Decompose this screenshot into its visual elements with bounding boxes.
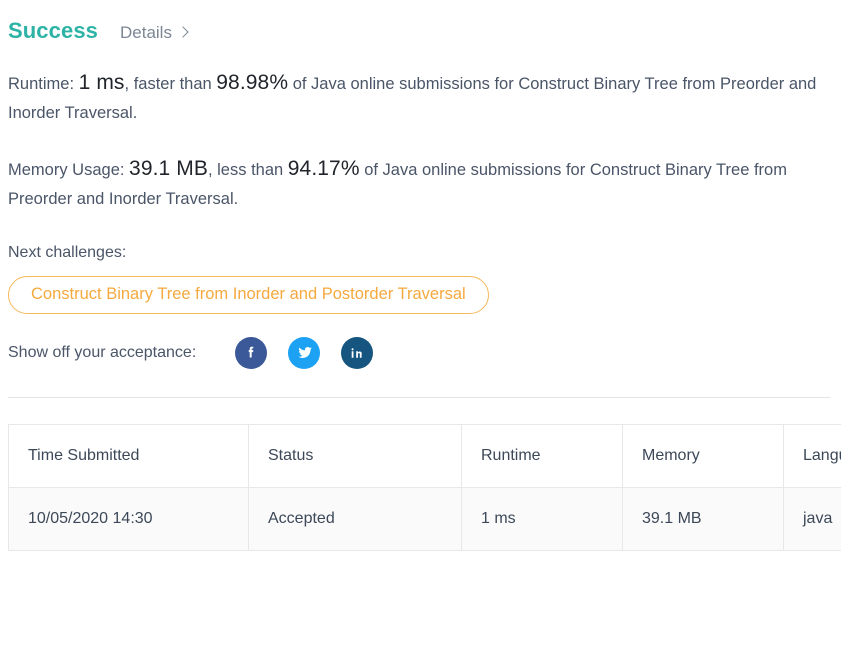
runtime-middle: , faster than [124, 75, 212, 93]
details-link[interactable]: Details [120, 23, 189, 43]
linkedin-icon [351, 347, 362, 358]
submissions-table: Time Submitted Status Runtime Memory Lan… [8, 424, 841, 551]
share-linkedin-button[interactable] [341, 337, 374, 369]
submission-result-page: Success Details Runtime: 1 ms, faster th… [0, 0, 841, 646]
memory-percentile: 94.17% [287, 157, 360, 180]
table-body: 10/05/2020 14:30 Accepted 1 ms 39.1 MB j… [8, 487, 841, 551]
column-header-time-submitted: Time Submitted [8, 424, 249, 488]
memory-value: 39.1 MB [129, 157, 208, 180]
chevron-right-icon [177, 26, 189, 38]
column-header-language: Language [783, 424, 841, 488]
runtime-percentile: 98.98% [216, 71, 289, 94]
cell-status[interactable]: Accepted [248, 487, 462, 551]
cell-language: java [783, 487, 841, 551]
runtime-stat: Runtime: 1 ms, faster than 98.98% of Jav… [0, 68, 841, 128]
facebook-icon [249, 346, 254, 358]
section-divider [8, 397, 830, 398]
memory-prefix: Memory Usage: [8, 161, 125, 179]
table-header: Time Submitted Status Runtime Memory Lan… [8, 424, 841, 488]
memory-middle: , less than [207, 161, 284, 179]
column-header-runtime: Runtime [461, 424, 623, 488]
share-label: Show off your acceptance: [8, 344, 197, 361]
next-challenge-link[interactable]: Construct Binary Tree from Inorder and P… [8, 276, 489, 314]
table-row[interactable]: 10/05/2020 14:30 Accepted 1 ms 39.1 MB j… [8, 487, 841, 551]
share-twitter-button[interactable] [288, 337, 321, 369]
runtime-value: 1 ms [78, 71, 125, 94]
next-challenges-list: Construct Binary Tree from Inorder and P… [0, 262, 841, 314]
share-facebook-button[interactable] [235, 337, 268, 369]
cell-runtime: 1 ms [461, 487, 623, 551]
next-challenges-label: Next challenges: [8, 244, 127, 261]
details-label: Details [120, 23, 172, 42]
memory-stat: Memory Usage: 39.1 MB, less than 94.17% … [0, 154, 841, 214]
share-row: Show off your acceptance: [0, 337, 841, 369]
status-title: Success [8, 18, 98, 43]
column-header-status: Status [248, 424, 462, 488]
column-header-memory: Memory [622, 424, 784, 488]
memory-suffix: of Java online submissions for Construct… [8, 161, 787, 208]
table-header-row: Time Submitted Status Runtime Memory Lan… [8, 424, 841, 488]
twitter-icon [298, 346, 312, 358]
cell-time-submitted: 10/05/2020 14:30 [8, 487, 249, 551]
runtime-prefix: Runtime: [8, 75, 75, 93]
cell-memory: 39.1 MB [622, 487, 784, 551]
result-header: Success Details [0, 0, 841, 44]
